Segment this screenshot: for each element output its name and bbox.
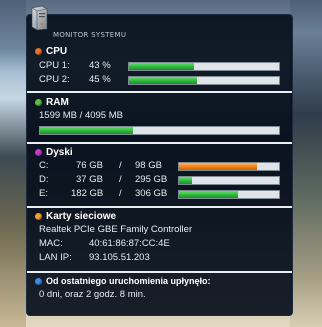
divider xyxy=(27,142,292,144)
disk-e-used: 182 GB xyxy=(71,188,104,199)
network-bullet-icon xyxy=(35,212,42,220)
disk-d-separator: / xyxy=(119,174,122,185)
ram-bullet-icon xyxy=(35,98,42,106)
disk-c-separator: / xyxy=(119,160,122,171)
ram-usage-bar xyxy=(39,126,280,135)
disk-e-total: 306 GB xyxy=(135,188,168,199)
uptime-heading-label: Od ostatniego uruchomienia upłynęło: xyxy=(46,276,211,286)
divider xyxy=(27,206,292,208)
cpu-heading: CPU xyxy=(35,45,284,57)
system-monitor-widget[interactable]: MONITOR SYSTEMU CPU CPU 1: 43 % CPU 2: 4… xyxy=(26,5,293,316)
uptime-bullet-icon xyxy=(35,277,42,285)
ram-usage-fill xyxy=(40,127,134,134)
disks-heading-label: Dyski xyxy=(46,146,73,158)
disk-d-total: 295 GB xyxy=(135,174,168,185)
cpu1-usage-fill xyxy=(129,63,194,70)
disk-c-letter: C: xyxy=(39,160,49,171)
cpu-heading-label: CPU xyxy=(46,45,68,57)
disk-e-usage-fill xyxy=(179,191,238,198)
uptime-heading: Od ostatniego uruchomienia upłynęło: xyxy=(35,275,284,287)
desktop-background-right xyxy=(290,0,322,327)
disks-bullet-icon xyxy=(35,148,42,156)
lan-ip-address: 93.105.51.203 xyxy=(89,252,150,263)
cpu1-usage-bar xyxy=(128,62,280,71)
desktop-background-left xyxy=(0,0,26,327)
disk-d-used: 37 GB xyxy=(76,174,103,185)
cpu-section: CPU CPU 1: 43 % CPU 2: 45 % xyxy=(35,45,284,89)
cpu2-usage-fill xyxy=(129,77,197,84)
disk-e-usage-bar xyxy=(178,190,280,199)
disks-heading: Dyski xyxy=(35,146,284,158)
disk-c-used: 76 GB xyxy=(76,160,103,171)
disk-c-total: 98 GB xyxy=(135,160,162,171)
ram-heading: RAM xyxy=(35,96,284,108)
network-heading-label: Karty sieciowe xyxy=(46,210,117,222)
disk-d-usage-bar xyxy=(178,176,280,185)
disk-c-usage-fill xyxy=(179,163,257,170)
cpu1-label: CPU 1: xyxy=(39,60,70,71)
cpu-bullet-icon xyxy=(35,47,42,55)
cpu2-value: 45 % xyxy=(89,74,111,85)
uptime-value: 0 dni, oraz 2 godz. 8 min. xyxy=(39,289,146,300)
disk-e-separator: / xyxy=(119,188,122,199)
disks-section: Dyski C: 76 GB / 98 GB D: 37 GB / 295 GB… xyxy=(35,146,284,202)
cpu2-label: CPU 2: xyxy=(39,74,70,85)
divider xyxy=(27,91,292,93)
network-heading: Karty sieciowe xyxy=(35,210,284,222)
mac-label: MAC: xyxy=(39,238,63,249)
ram-heading-label: RAM xyxy=(46,96,69,108)
disk-c-usage-bar xyxy=(178,162,280,171)
network-section: Karty sieciowe Realtek PCIe GBE Family C… xyxy=(35,210,284,268)
cpu2-usage-bar xyxy=(128,76,280,85)
lan-ip-label: LAN IP: xyxy=(39,252,72,263)
ram-usage-text: 1599 MB / 4095 MB xyxy=(39,110,123,121)
widget-title: MONITOR SYSTEMU xyxy=(53,31,127,39)
cpu1-value: 43 % xyxy=(89,60,111,71)
computer-tower-icon xyxy=(31,5,48,31)
disk-d-usage-fill xyxy=(179,177,192,184)
uptime-section: Od ostatniego uruchomienia upłynęło: 0 d… xyxy=(35,275,284,305)
disk-d-letter: D: xyxy=(39,174,49,185)
network-adapter-name: Realtek PCIe GBE Family Controller xyxy=(39,224,193,235)
divider xyxy=(27,271,292,273)
disk-e-letter: E: xyxy=(39,188,48,199)
ram-section: RAM 1599 MB / 4095 MB xyxy=(35,96,284,138)
mac-address: 40:61:86:87:CC:4E xyxy=(89,238,170,249)
